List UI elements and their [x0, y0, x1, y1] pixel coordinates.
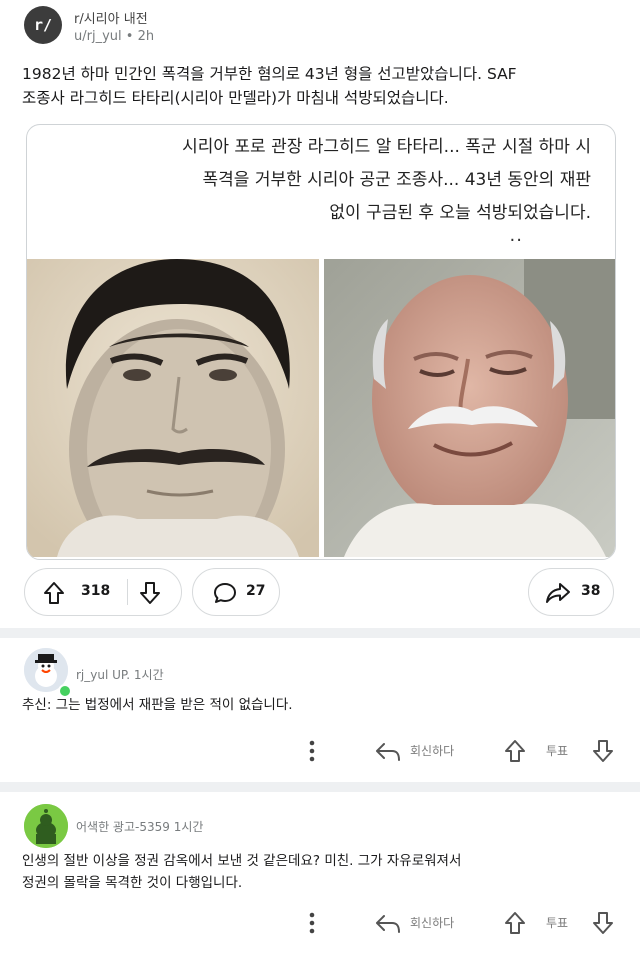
comment-actions: 회신하다 투표 — [0, 908, 640, 938]
photo-young-portrait[interactable] — [27, 259, 319, 557]
post-media-card[interactable]: 시리아 포로 관장 라그히드 알 타타리... 폭군 시절 하마 시 폭격을 거… — [26, 124, 616, 560]
downvote-icon[interactable] — [139, 581, 161, 609]
comment-1: rj_yul UP. 1시간 추신: 그는 법정에서 재판을 받은 적이 없습니… — [0, 640, 640, 780]
post-age: 2h — [137, 29, 155, 44]
card-dots: .. — [509, 225, 523, 246]
vote-label: 투표 — [546, 916, 569, 930]
card-caption-line-1: 시리아 포로 관장 라그히드 알 타타리... 폭군 시절 하마 시 — [182, 137, 591, 157]
vote-pill: 318 — [24, 568, 182, 616]
upvote-icon[interactable] — [504, 739, 526, 767]
post-title-line-1: 1982년 하마 민간인 폭격을 거부한 혐의로 43년 형을 선고받았습니다.… — [22, 65, 517, 83]
more-icon[interactable] — [306, 740, 318, 766]
vote-label: 투표 — [546, 744, 569, 758]
avatar[interactable] — [24, 804, 68, 848]
upvote-count: 318 — [81, 583, 111, 599]
downvote-icon[interactable] — [592, 739, 614, 767]
post-title: 1982년 하마 민간인 폭격을 거부한 혐의로 43년 형을 선고받았습니다.… — [22, 62, 622, 110]
post-header: r/ r/시리아 내전 u/rj_yul • 2h — [0, 0, 640, 56]
comment-actions: 회신하다 투표 — [0, 736, 640, 766]
comment-body-line-2: 정권의 몰락을 목격한 것이 다행입니다. — [22, 875, 243, 891]
comment-author[interactable]: rj_yul UP. 1시간 — [76, 666, 164, 683]
reply-button[interactable]: 회신하다 — [410, 742, 454, 759]
post-title-line-2: 조종사 라그히드 타타리(시리아 만델라)가 마침내 석방되었습니다. — [22, 89, 449, 107]
comment-2: 어색한 광고-5359 1시간 인생의 절반 이상을 정권 감옥에서 보낸 것 … — [0, 794, 640, 954]
reply-button[interactable]: 회신하다 — [410, 914, 454, 931]
comment-author[interactable]: 어색한 광고-5359 1시간 — [76, 818, 203, 835]
vote-separator — [127, 579, 128, 605]
section-divider — [0, 628, 640, 638]
subreddit-icon[interactable]: r/ — [24, 6, 62, 44]
share-button[interactable]: 38 — [528, 568, 614, 616]
post-author[interactable]: u/rj_yul — [74, 29, 122, 44]
upvote-icon[interactable] — [504, 911, 526, 939]
comment-icon — [213, 582, 237, 608]
photo-old-portrait[interactable] — [324, 259, 615, 557]
downvote-icon[interactable] — [592, 911, 614, 939]
meta-separator: • — [121, 29, 138, 44]
post-meta: u/rj_yul • 2h — [74, 29, 154, 44]
share-count: 38 — [581, 583, 601, 599]
comment-count: 27 — [246, 583, 266, 599]
comment-body-line-1: 인생의 절반 이상을 정권 감옥에서 보낸 것 같은데요? 미친. 그가 자유로… — [22, 853, 462, 869]
section-divider — [0, 782, 640, 792]
comment-body: 인생의 절반 이상을 정권 감옥에서 보낸 것 같은데요? 미친. 그가 자유로… — [22, 850, 622, 894]
card-caption: 시리아 포로 관장 라그히드 알 타타리... 폭군 시절 하마 시 폭격을 거… — [91, 131, 591, 230]
more-icon[interactable] — [306, 912, 318, 938]
share-icon — [545, 581, 571, 609]
comments-button[interactable]: 27 — [192, 568, 280, 616]
post-actions: 318 27 38 — [0, 568, 640, 620]
subreddit-name[interactable]: r/시리아 내전 — [74, 8, 148, 27]
comment-body: 추신: 그는 법정에서 재판을 받은 적이 없습니다. — [22, 697, 293, 713]
reply-icon[interactable] — [374, 912, 402, 938]
reply-icon[interactable] — [374, 740, 402, 766]
upvote-icon[interactable] — [43, 581, 65, 609]
card-caption-line-2: 폭격을 거부한 시리아 공군 조종사... 43년 동안의 재판 — [202, 170, 591, 190]
